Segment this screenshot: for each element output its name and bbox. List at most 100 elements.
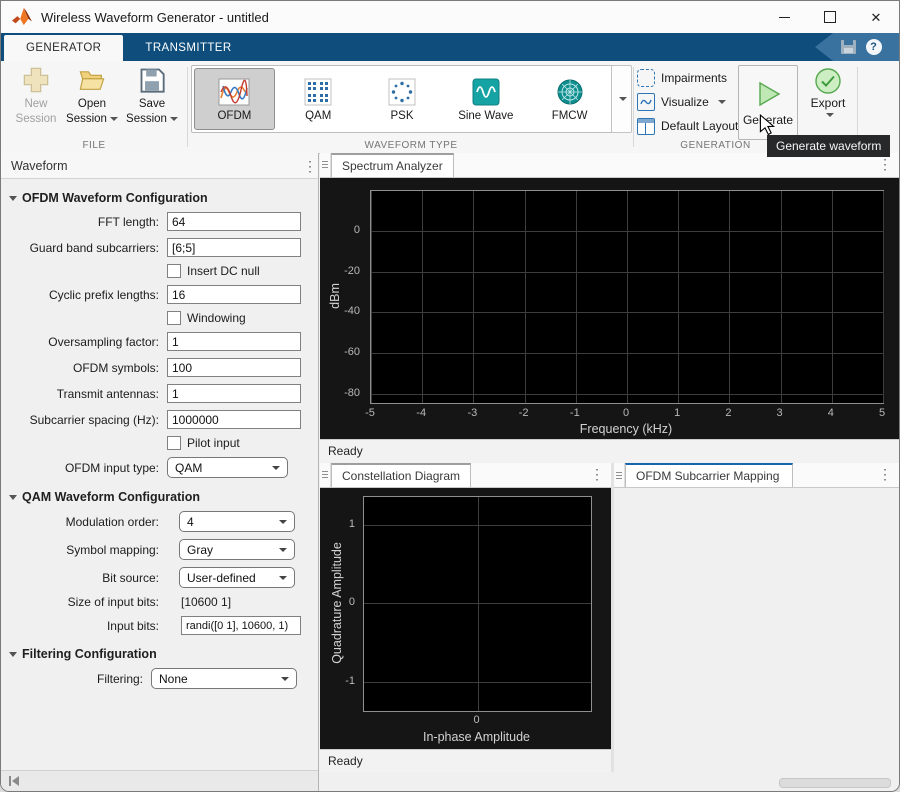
filtering-section-header[interactable]: Filtering Configuration (9, 647, 318, 661)
horizontal-scrollbar[interactable] (779, 778, 891, 788)
default-layout-label: Default Layout (661, 119, 738, 133)
filtering-select[interactable]: None (151, 668, 297, 689)
filtering-caret-icon (281, 677, 289, 681)
input-bits-row: Input bits: (1, 616, 318, 635)
open-folder-icon (78, 66, 106, 94)
impairments-label: Impairments (661, 71, 727, 85)
ofdm-section-caret-icon (9, 196, 17, 201)
insert-dc-null-checkbox[interactable] (167, 264, 181, 278)
open-session-button[interactable]: Open Session (63, 66, 121, 127)
filtering-section-caret-icon (9, 652, 17, 657)
minimize-button[interactable] (761, 1, 807, 33)
window-title: Wireless Waveform Generator - untitled (41, 10, 269, 25)
waveform-fmcw-button[interactable]: FMCW (529, 68, 610, 130)
modulation-order-select[interactable]: 4 (179, 511, 295, 532)
sine-wave-icon (469, 76, 503, 108)
tab-transmitter[interactable]: TRANSMITTER (123, 35, 253, 61)
default-layout-button[interactable]: Default Layout (637, 116, 738, 136)
save-session-button[interactable]: Save Session (123, 66, 181, 127)
waveform-ofdm-button[interactable]: OFDM (194, 68, 275, 130)
visualize-button[interactable]: Visualize (637, 92, 726, 112)
close-icon: ✕ (871, 11, 882, 24)
guard-band-row: Guard band subcarriers: (1, 238, 318, 257)
mouse-cursor-icon (758, 114, 776, 136)
pilot-input-checkbox[interactable] (167, 436, 181, 450)
size-input-bits-label: Size of input bits: (1, 595, 167, 609)
close-button[interactable]: ✕ (853, 1, 899, 33)
tab-generator[interactable]: GENERATOR (4, 35, 123, 61)
qam-section-header[interactable]: QAM Waveform Configuration (9, 490, 318, 504)
ofdm-symbols-input[interactable] (167, 358, 301, 377)
constellation-grip-icon[interactable] (320, 463, 331, 487)
spectrum-menu-icon[interactable]: ⋮ (877, 157, 893, 171)
size-input-bits-row: Size of input bits: [10600 1] (1, 595, 318, 609)
symbol-mapping-value: Gray (187, 543, 213, 557)
gallery-caret-icon (619, 97, 627, 101)
waveform-qam-button[interactable]: QAM (278, 68, 359, 130)
sine-wave-label: Sine Wave (458, 110, 513, 122)
file-section-label: FILE (1, 140, 187, 151)
ofdm-input-type-caret-icon (272, 466, 280, 470)
cyclic-prefix-input[interactable] (167, 285, 301, 304)
pilot-input-label: Pilot input (187, 436, 240, 450)
impairments-button[interactable]: Impairments (637, 68, 727, 88)
collapse-panel-button[interactable] (9, 776, 19, 786)
mapping-grip-icon[interactable] (614, 463, 625, 487)
waveform-panel-menu-icon[interactable]: ⋮ (302, 159, 318, 173)
new-session-button[interactable]: New Session (7, 66, 65, 127)
filtering-row: Filtering: None (1, 668, 318, 689)
modulation-order-value: 4 (187, 515, 194, 529)
subcarrier-mapping-panel: OFDM Subcarrier Mapping ⋮ (614, 463, 899, 772)
minimize-icon (779, 17, 790, 18)
constellation-x-axis-label: In-phase Amplitude (363, 730, 590, 744)
panel-collapse-bar (1, 770, 318, 791)
mapping-menu-icon[interactable]: ⋮ (877, 467, 893, 481)
ofdm-section-header[interactable]: OFDM Waveform Configuration (9, 191, 318, 205)
new-session-plus-icon (22, 66, 50, 94)
export-button[interactable]: Export (802, 66, 854, 117)
gallery-dropdown-button[interactable] (611, 65, 632, 133)
input-bits-input[interactable] (181, 616, 301, 635)
spectrum-analyzer-panel: Spectrum Analyzer ⋮ 0-20-40-60-80 -5-4-3… (320, 153, 899, 462)
bit-source-label: Bit source: (1, 571, 167, 585)
oversampling-input[interactable] (167, 332, 301, 351)
ofdm-input-type-row: OFDM input type: QAM (1, 457, 318, 478)
oversampling-row: Oversampling factor: (1, 332, 318, 351)
export-caret-icon (826, 113, 834, 117)
waveform-sine-button[interactable]: Sine Wave (445, 68, 526, 130)
modulation-order-caret-icon (279, 520, 287, 524)
bit-source-select[interactable]: User-defined (179, 567, 295, 588)
insert-dc-null-label: Insert DC null (187, 264, 260, 278)
transmit-antennas-label: Transmit antennas: (1, 387, 167, 401)
spectrum-grip-icon[interactable] (320, 153, 331, 177)
constellation-y-axis-label: Quadrature Amplitude (330, 542, 344, 664)
tab-ofdm-subcarrier-mapping[interactable]: OFDM Subcarrier Mapping (625, 463, 793, 487)
fft-length-label: FFT length: (1, 215, 167, 229)
fft-length-input[interactable] (167, 212, 301, 231)
quick-save-icon[interactable] (841, 40, 856, 54)
symbol-mapping-select[interactable]: Gray (179, 539, 295, 560)
tab-constellation-diagram[interactable]: Constellation Diagram (331, 463, 471, 487)
transmit-antennas-row: Transmit antennas: (1, 384, 318, 403)
spectrum-y-axis-label: dBm (328, 283, 342, 309)
guard-band-input[interactable] (167, 238, 301, 257)
ofdm-input-type-select[interactable]: QAM (167, 457, 288, 478)
ofdm-symbols-label: OFDM symbols: (1, 361, 167, 375)
bit-source-caret-icon (279, 576, 287, 580)
tab-spectrum-analyzer[interactable]: Spectrum Analyzer (331, 153, 454, 177)
help-icon[interactable]: ? (866, 39, 882, 55)
waveform-psk-button[interactable]: PSK (362, 68, 443, 130)
constellation-menu-icon[interactable]: ⋮ (589, 467, 605, 481)
new-session-label: New Session (7, 97, 65, 127)
spectrum-status-text: Ready (328, 444, 363, 458)
bit-source-value: User-defined (187, 571, 256, 585)
windowing-checkbox[interactable] (167, 311, 181, 325)
ofdm-input-type-label: OFDM input type: (1, 461, 167, 475)
symbol-mapping-row: Symbol mapping: Gray (1, 539, 318, 560)
maximize-button[interactable] (807, 1, 853, 33)
matlab-logo-icon (11, 7, 33, 27)
subcarrier-spacing-input[interactable] (167, 410, 301, 429)
insert-dc-null-row: Insert DC null (167, 264, 318, 278)
transmit-antennas-input[interactable] (167, 384, 301, 403)
filtering-label: Filtering: (1, 672, 151, 686)
